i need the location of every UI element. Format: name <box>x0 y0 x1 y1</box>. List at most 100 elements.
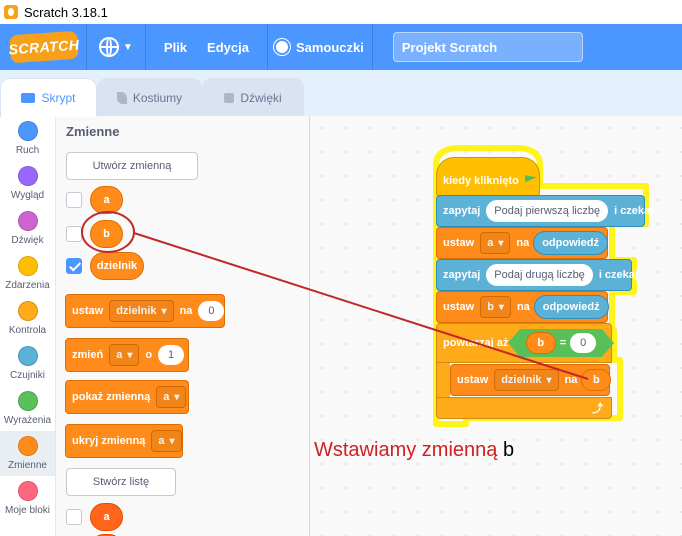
block-label: zapytaj <box>443 269 481 281</box>
variable-dropdown[interactable]: a <box>156 386 187 408</box>
category-color-icon <box>17 211 38 231</box>
set-dzielnik-block[interactable]: ustaw dzielnik na b <box>450 364 612 396</box>
block-label: na <box>564 374 578 386</box>
variable-reporter-a[interactable]: a <box>90 186 123 214</box>
category-moje-bloki[interactable]: Moje bloki <box>0 476 55 521</box>
category-label: Moje bloki <box>4 505 51 516</box>
block-label: na <box>516 301 530 313</box>
block-label: i czekaj <box>598 269 638 281</box>
scratch-app-icon <box>4 5 18 19</box>
list-checkbox-a[interactable] <box>66 509 82 525</box>
category-label: Ruch <box>15 145 40 156</box>
menu-bar: SCRATCH ▼ Plik Edycja Samouczki Projekt … <box>0 24 682 70</box>
answer-reporter[interactable]: odpowiedź <box>533 231 609 255</box>
category-label: Zdarzenia <box>5 280 50 291</box>
category-kontrola[interactable]: Kontrola <box>0 296 55 341</box>
set-variable-block[interactable]: ustaw b na odpowiedź <box>436 291 609 323</box>
window-titlebar: Scratch 3.18.1 <box>0 0 682 24</box>
category-label: Czujniki <box>9 370 45 381</box>
variable-checkbox-dzielnik[interactable] <box>66 258 82 274</box>
category-wyrażenia[interactable]: Wyrażenia <box>0 386 55 431</box>
ask-and-wait-block[interactable]: zapytaj Podaj pierwszą liczbę i czekaj <box>436 195 653 227</box>
question-input[interactable]: Podaj drugą liczbę <box>486 264 593 286</box>
category-label: Zmienne <box>8 460 47 471</box>
category-label: Wygląd <box>10 190 45 201</box>
variable-dropdown[interactable]: dzielnik <box>109 300 174 322</box>
annotation-caption: Wstawiamy zmienną b <box>314 439 514 462</box>
variable-checkbox-a[interactable] <box>66 192 82 208</box>
block-label: na <box>179 305 193 317</box>
set-variable-block[interactable]: ustaw a na odpowiedź <box>436 227 609 259</box>
block-label: powtarzaj aż <box>443 337 509 349</box>
category-color-icon <box>17 166 38 186</box>
show-variable-block[interactable]: pokaż zmienną a <box>65 380 189 414</box>
category-menu: Ruch Wygląd Dźwięk Zdarzenia Kontrola Czujnik… <box>0 116 56 536</box>
make-list-button[interactable]: Stwórz listę <box>66 468 176 496</box>
block-label: ustaw <box>443 237 475 249</box>
category-color-icon <box>17 301 38 321</box>
menu-divider <box>266 24 268 70</box>
tutorials-button[interactable]: Samouczki <box>275 40 364 55</box>
category-color-icon <box>17 391 38 411</box>
category-label: Kontrola <box>8 325 47 336</box>
edit-menu[interactable]: Edycja <box>207 40 249 55</box>
variable-checkbox-b[interactable] <box>66 226 82 242</box>
value-input[interactable]: 1 <box>158 345 185 365</box>
tab-code[interactable]: Skrypt <box>0 78 97 117</box>
variable-reporter-b[interactable]: b <box>581 369 612 391</box>
green-flag-icon <box>524 175 537 183</box>
ask-and-wait-block[interactable]: zapytaj Podaj drugą liczbę i czekaj <box>436 259 638 291</box>
chevron-down-icon: ▼ <box>123 41 133 53</box>
value-input[interactable]: 0 <box>198 301 225 321</box>
equals-operator[interactable]: b = 0 <box>508 329 614 357</box>
block-label: ukryj zmienną <box>72 435 146 447</box>
palette-heading: Zmienne <box>66 124 120 139</box>
list-reporter-a[interactable]: a <box>90 503 123 531</box>
question-input[interactable]: Podaj pierwszą liczbę <box>486 200 609 222</box>
block-label: na <box>516 237 530 249</box>
tab-code-label: Skrypt <box>41 91 76 105</box>
answer-reporter[interactable]: odpowiedź <box>533 295 609 319</box>
menu-divider <box>86 24 87 70</box>
block-label: pokaż zmienną <box>72 391 151 403</box>
category-dźwięk[interactable]: Dźwięk <box>0 206 55 251</box>
scratch-logo[interactable]: SCRATCH <box>8 30 80 64</box>
file-menu[interactable]: Plik <box>164 40 187 55</box>
variable-dropdown[interactable]: dzielnik <box>494 369 559 391</box>
category-color-icon <box>17 481 38 501</box>
project-title-input[interactable]: Projekt Scratch <box>392 32 583 62</box>
variable-reporter-b[interactable]: b <box>90 220 123 248</box>
window-title: Scratch 3.18.1 <box>24 4 108 20</box>
variable-reporter-dzielnik[interactable]: dzielnik <box>90 252 144 280</box>
value-input[interactable]: 0 <box>570 333 596 353</box>
variable-reporter-b[interactable]: b <box>526 332 556 354</box>
menu-divider <box>144 24 146 70</box>
language-menu[interactable]: ▼ <box>99 37 133 57</box>
lightbulb-icon <box>275 41 288 53</box>
category-label: Dźwięk <box>11 235 44 246</box>
category-color-icon <box>17 256 38 276</box>
variable-dropdown[interactable]: b <box>480 296 511 318</box>
tab-sounds[interactable]: Dźwięki <box>202 78 304 116</box>
menu-divider <box>371 24 373 70</box>
c-block-arm <box>436 363 450 397</box>
tab-costumes[interactable]: Kostiumy <box>97 78 202 116</box>
change-variable-block[interactable]: zmień a o 1 <box>65 338 189 372</box>
set-variable-block[interactable]: ustaw dzielnik na 0 <box>65 294 225 328</box>
block-label: zapytaj <box>443 205 481 217</box>
annotation-variable: b <box>502 439 515 461</box>
category-zmienne[interactable]: Zmienne <box>0 431 55 476</box>
when-flag-clicked-block[interactable]: kiedy kliknięto <box>436 157 540 197</box>
category-czujniki[interactable]: Czujniki <box>0 341 55 386</box>
variable-dropdown[interactable]: a <box>480 232 511 254</box>
block-palette: Zmienne Utwórz zmienną a b dzielnik usta… <box>56 116 310 536</box>
variable-dropdown[interactable]: a <box>109 344 140 366</box>
brush-icon <box>116 91 127 104</box>
category-wygląd[interactable]: Wygląd <box>0 161 55 206</box>
hide-variable-block[interactable]: ukryj zmienną a <box>65 424 183 458</box>
variable-dropdown[interactable]: a <box>151 430 182 452</box>
category-ruch[interactable]: Ruch <box>0 116 55 161</box>
category-zdarzenia[interactable]: Zdarzenia <box>0 251 55 296</box>
tab-sounds-label: Dźwięki <box>240 90 282 105</box>
make-variable-button[interactable]: Utwórz zmienną <box>66 152 198 180</box>
